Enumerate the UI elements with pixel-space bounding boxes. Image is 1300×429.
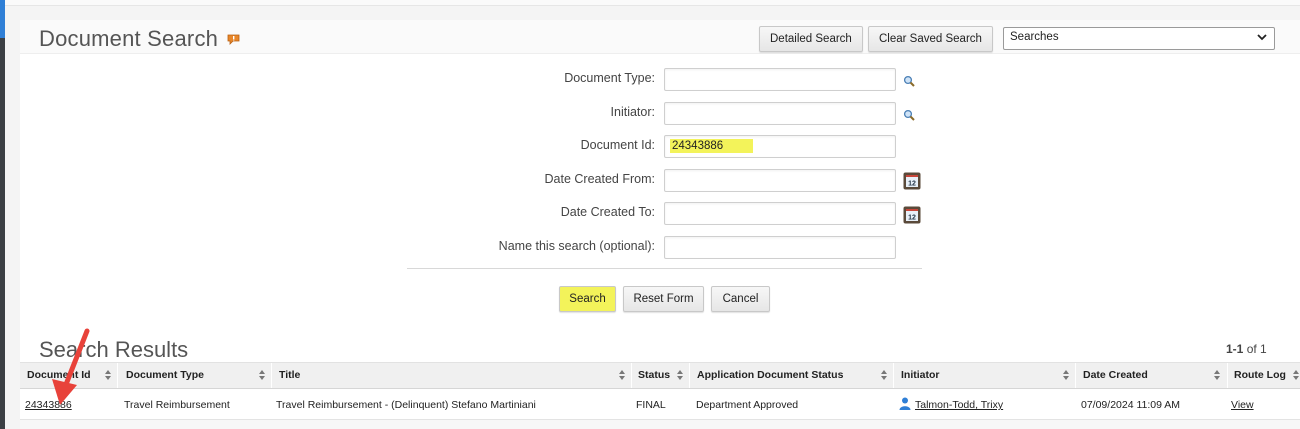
results-count-range: 1-1 <box>1226 342 1244 356</box>
document-id-value: 24343886 <box>670 139 754 153</box>
column-separator <box>893 363 894 388</box>
svg-text:12: 12 <box>908 215 916 222</box>
sort-icon[interactable] <box>1213 369 1221 381</box>
sort-icon[interactable] <box>1292 369 1300 381</box>
initiator-input[interactable] <box>664 102 896 125</box>
column-header-route-log[interactable]: Route Log <box>1234 369 1286 381</box>
clear-saved-search-button[interactable]: Clear Saved Search <box>868 26 993 52</box>
column-header-date-created[interactable]: Date Created <box>1083 369 1148 381</box>
result-date-created: 07/09/2024 11:09 AM <box>1081 399 1181 411</box>
result-route-log-link[interactable]: View <box>1231 399 1254 411</box>
help-icon[interactable] <box>227 34 240 45</box>
column-separator <box>271 363 272 388</box>
sort-icon[interactable] <box>618 369 626 381</box>
lookup-icon[interactable] <box>903 109 915 121</box>
result-initiator-link[interactable]: Talmon-Todd, Trixy <box>915 399 1003 411</box>
annotation-arrow-icon <box>52 328 90 405</box>
column-separator <box>631 363 632 388</box>
calendar-icon[interactable]: 12 <box>903 206 921 224</box>
svg-text:12: 12 <box>908 181 916 188</box>
column-separator <box>1227 363 1228 388</box>
result-status: FINAL <box>636 399 666 411</box>
table-footer-strip <box>20 420 1300 429</box>
date-created-from-label: Date Created From: <box>544 172 655 186</box>
document-id-input[interactable]: 24343886 <box>664 135 896 158</box>
results-count: 1-1 of 1 <box>1226 342 1267 356</box>
column-separator <box>1075 363 1076 388</box>
lookup-icon[interactable] <box>903 75 915 87</box>
searches-select-value: Searches <box>1010 31 1059 43</box>
chevron-down-icon <box>1257 34 1267 41</box>
date-created-to-input[interactable] <box>664 202 896 225</box>
name-search-input[interactable] <box>664 236 896 259</box>
initiator-label: Initiator: <box>610 105 655 119</box>
column-header-initiator[interactable]: Initiator <box>901 369 940 381</box>
cancel-button[interactable]: Cancel <box>711 286 770 312</box>
column-header-app-doc-status[interactable]: Application Document Status <box>697 369 843 381</box>
sort-icon[interactable] <box>880 369 888 381</box>
sort-icon[interactable] <box>676 369 684 381</box>
column-separator <box>117 363 118 388</box>
page-title: Document Search <box>39 26 219 51</box>
searches-select[interactable]: Searches <box>1003 27 1275 50</box>
column-header-title[interactable]: Title <box>279 369 300 381</box>
column-header-status[interactable]: Status <box>638 369 670 381</box>
calendar-icon[interactable]: 12 <box>903 172 921 190</box>
user-icon <box>899 397 911 410</box>
results-count-total: of 1 <box>1246 342 1267 356</box>
result-app-doc-status: Department Approved <box>696 399 799 411</box>
document-type-label: Document Type: <box>564 71 655 85</box>
sort-icon[interactable] <box>258 369 266 381</box>
result-document-type: Travel Reimbursement <box>124 399 230 411</box>
date-created-from-input[interactable] <box>664 169 896 192</box>
detailed-search-button[interactable]: Detailed Search <box>759 26 863 52</box>
date-created-to-label: Date Created To: <box>560 205 655 219</box>
form-divider <box>407 268 922 269</box>
sort-icon[interactable] <box>104 369 112 381</box>
search-button[interactable]: Search <box>559 286 616 312</box>
result-title: Travel Reimbursement - (Delinquent) Stef… <box>276 399 536 411</box>
name-search-label: Name this search (optional): <box>498 239 655 253</box>
document-id-label: Document Id: <box>580 138 655 152</box>
sort-icon[interactable] <box>1062 369 1070 381</box>
reset-form-button[interactable]: Reset Form <box>623 286 704 312</box>
column-header-document-type[interactable]: Document Type <box>126 369 204 381</box>
column-separator <box>689 363 690 388</box>
document-type-input[interactable] <box>664 68 896 91</box>
